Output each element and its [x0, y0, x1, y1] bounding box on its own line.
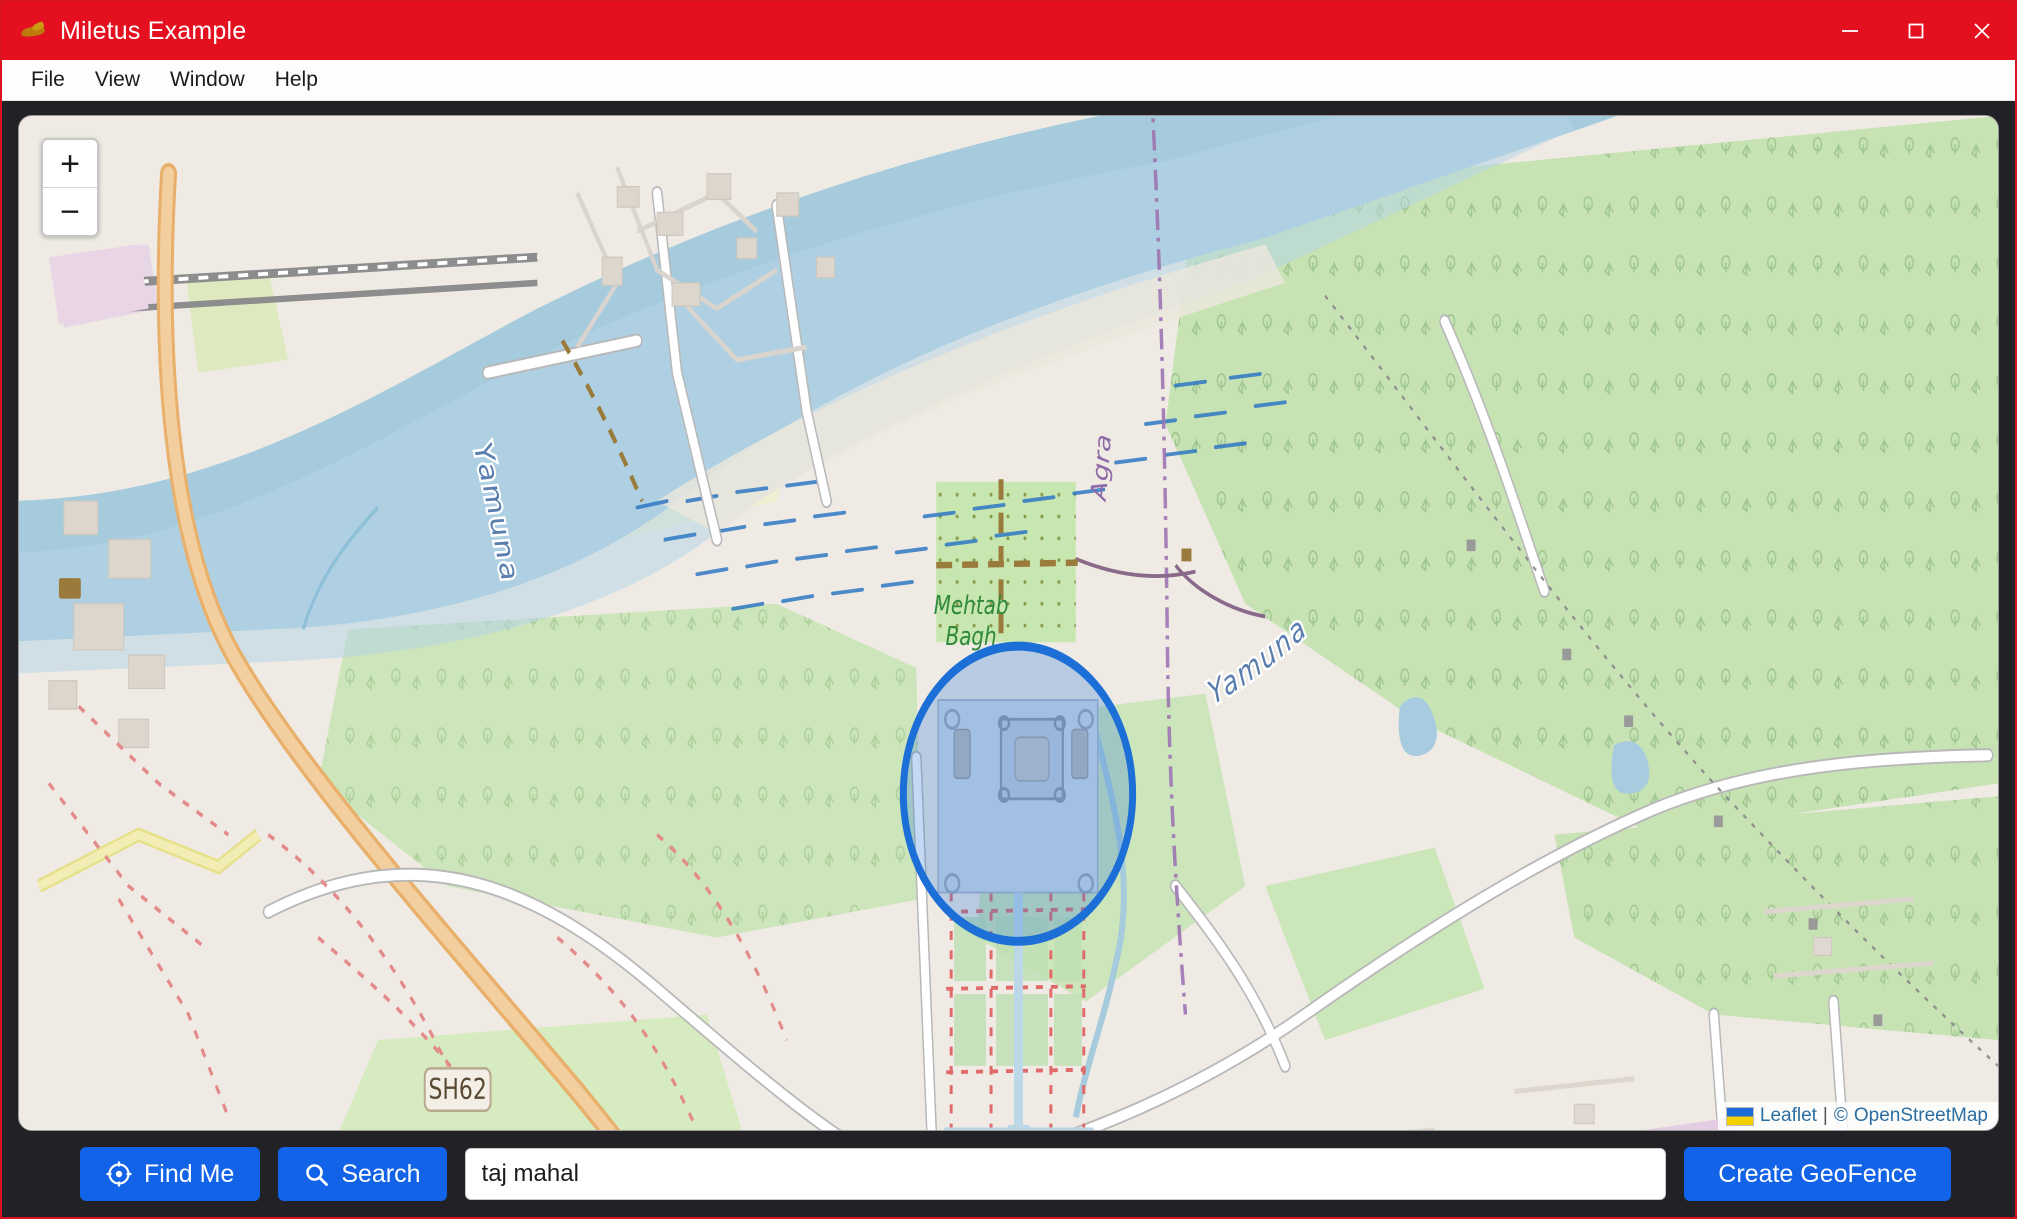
svg-text:SH62: SH62 [429, 1074, 487, 1106]
map-label-highway-shield: SH62 [423, 1067, 492, 1113]
magnifier-icon [304, 1162, 329, 1187]
app-logo-icon [20, 18, 46, 44]
title-bar: Miletus Example [2, 2, 2015, 60]
create-geofence-label: Create GeoFence [1718, 1159, 1917, 1188]
bottom-toolbar: Find Me Search Create GeoFence [18, 1131, 1999, 1217]
search-input[interactable] [464, 1148, 1667, 1200]
map-canvas[interactable]: Yamuna Yamuna Agra Mehtab Bagh SH62 [19, 116, 1998, 1130]
crosshair-icon [106, 1161, 132, 1187]
zoom-out-button[interactable]: − [43, 188, 97, 235]
minimize-icon[interactable] [1817, 2, 1883, 60]
map-view[interactable]: Yamuna Yamuna Agra Mehtab Bagh SH62 + − … [18, 115, 1999, 1131]
copyright-symbol: © [1833, 1105, 1848, 1126]
attribution-separator: | [1822, 1105, 1828, 1126]
zoom-in-button[interactable]: + [43, 140, 97, 188]
menu-item-view[interactable]: View [80, 64, 155, 96]
map-tiles: Yamuna Yamuna Agra Mehtab Bagh SH62 [19, 116, 1998, 1130]
window-title: Miletus Example [60, 16, 247, 45]
search-label: Search [341, 1159, 421, 1188]
map-attribution: Leaflet | © OpenStreetMap [1717, 1102, 1998, 1130]
menu-item-file[interactable]: File [16, 64, 80, 96]
app-window: Miletus Example File View Window Help Ya… [0, 0, 2017, 1219]
ukraine-flag-icon [1725, 1106, 1754, 1126]
content-area: Yamuna Yamuna Agra Mehtab Bagh SH62 + − … [2, 101, 2015, 1217]
find-me-button[interactable]: Find Me [80, 1147, 261, 1201]
window-controls [1817, 2, 2015, 60]
close-icon[interactable] [1949, 2, 2015, 60]
find-me-label: Find Me [144, 1159, 235, 1188]
menu-bar: File View Window Help [2, 60, 2015, 101]
map-label-park-line1: Mehtab [934, 592, 1009, 621]
geofence-circle [899, 641, 1137, 946]
openstreetmap-link[interactable]: OpenStreetMap [1854, 1105, 1988, 1127]
menu-item-help[interactable]: Help [260, 64, 333, 96]
zoom-control: + − [41, 138, 99, 237]
maximize-icon[interactable] [1883, 2, 1949, 60]
create-geofence-button[interactable]: Create GeoFence [1684, 1147, 1951, 1201]
search-button[interactable]: Search [278, 1147, 447, 1201]
menu-item-window[interactable]: Window [155, 64, 260, 96]
leaflet-link[interactable]: Leaflet [1760, 1105, 1817, 1127]
